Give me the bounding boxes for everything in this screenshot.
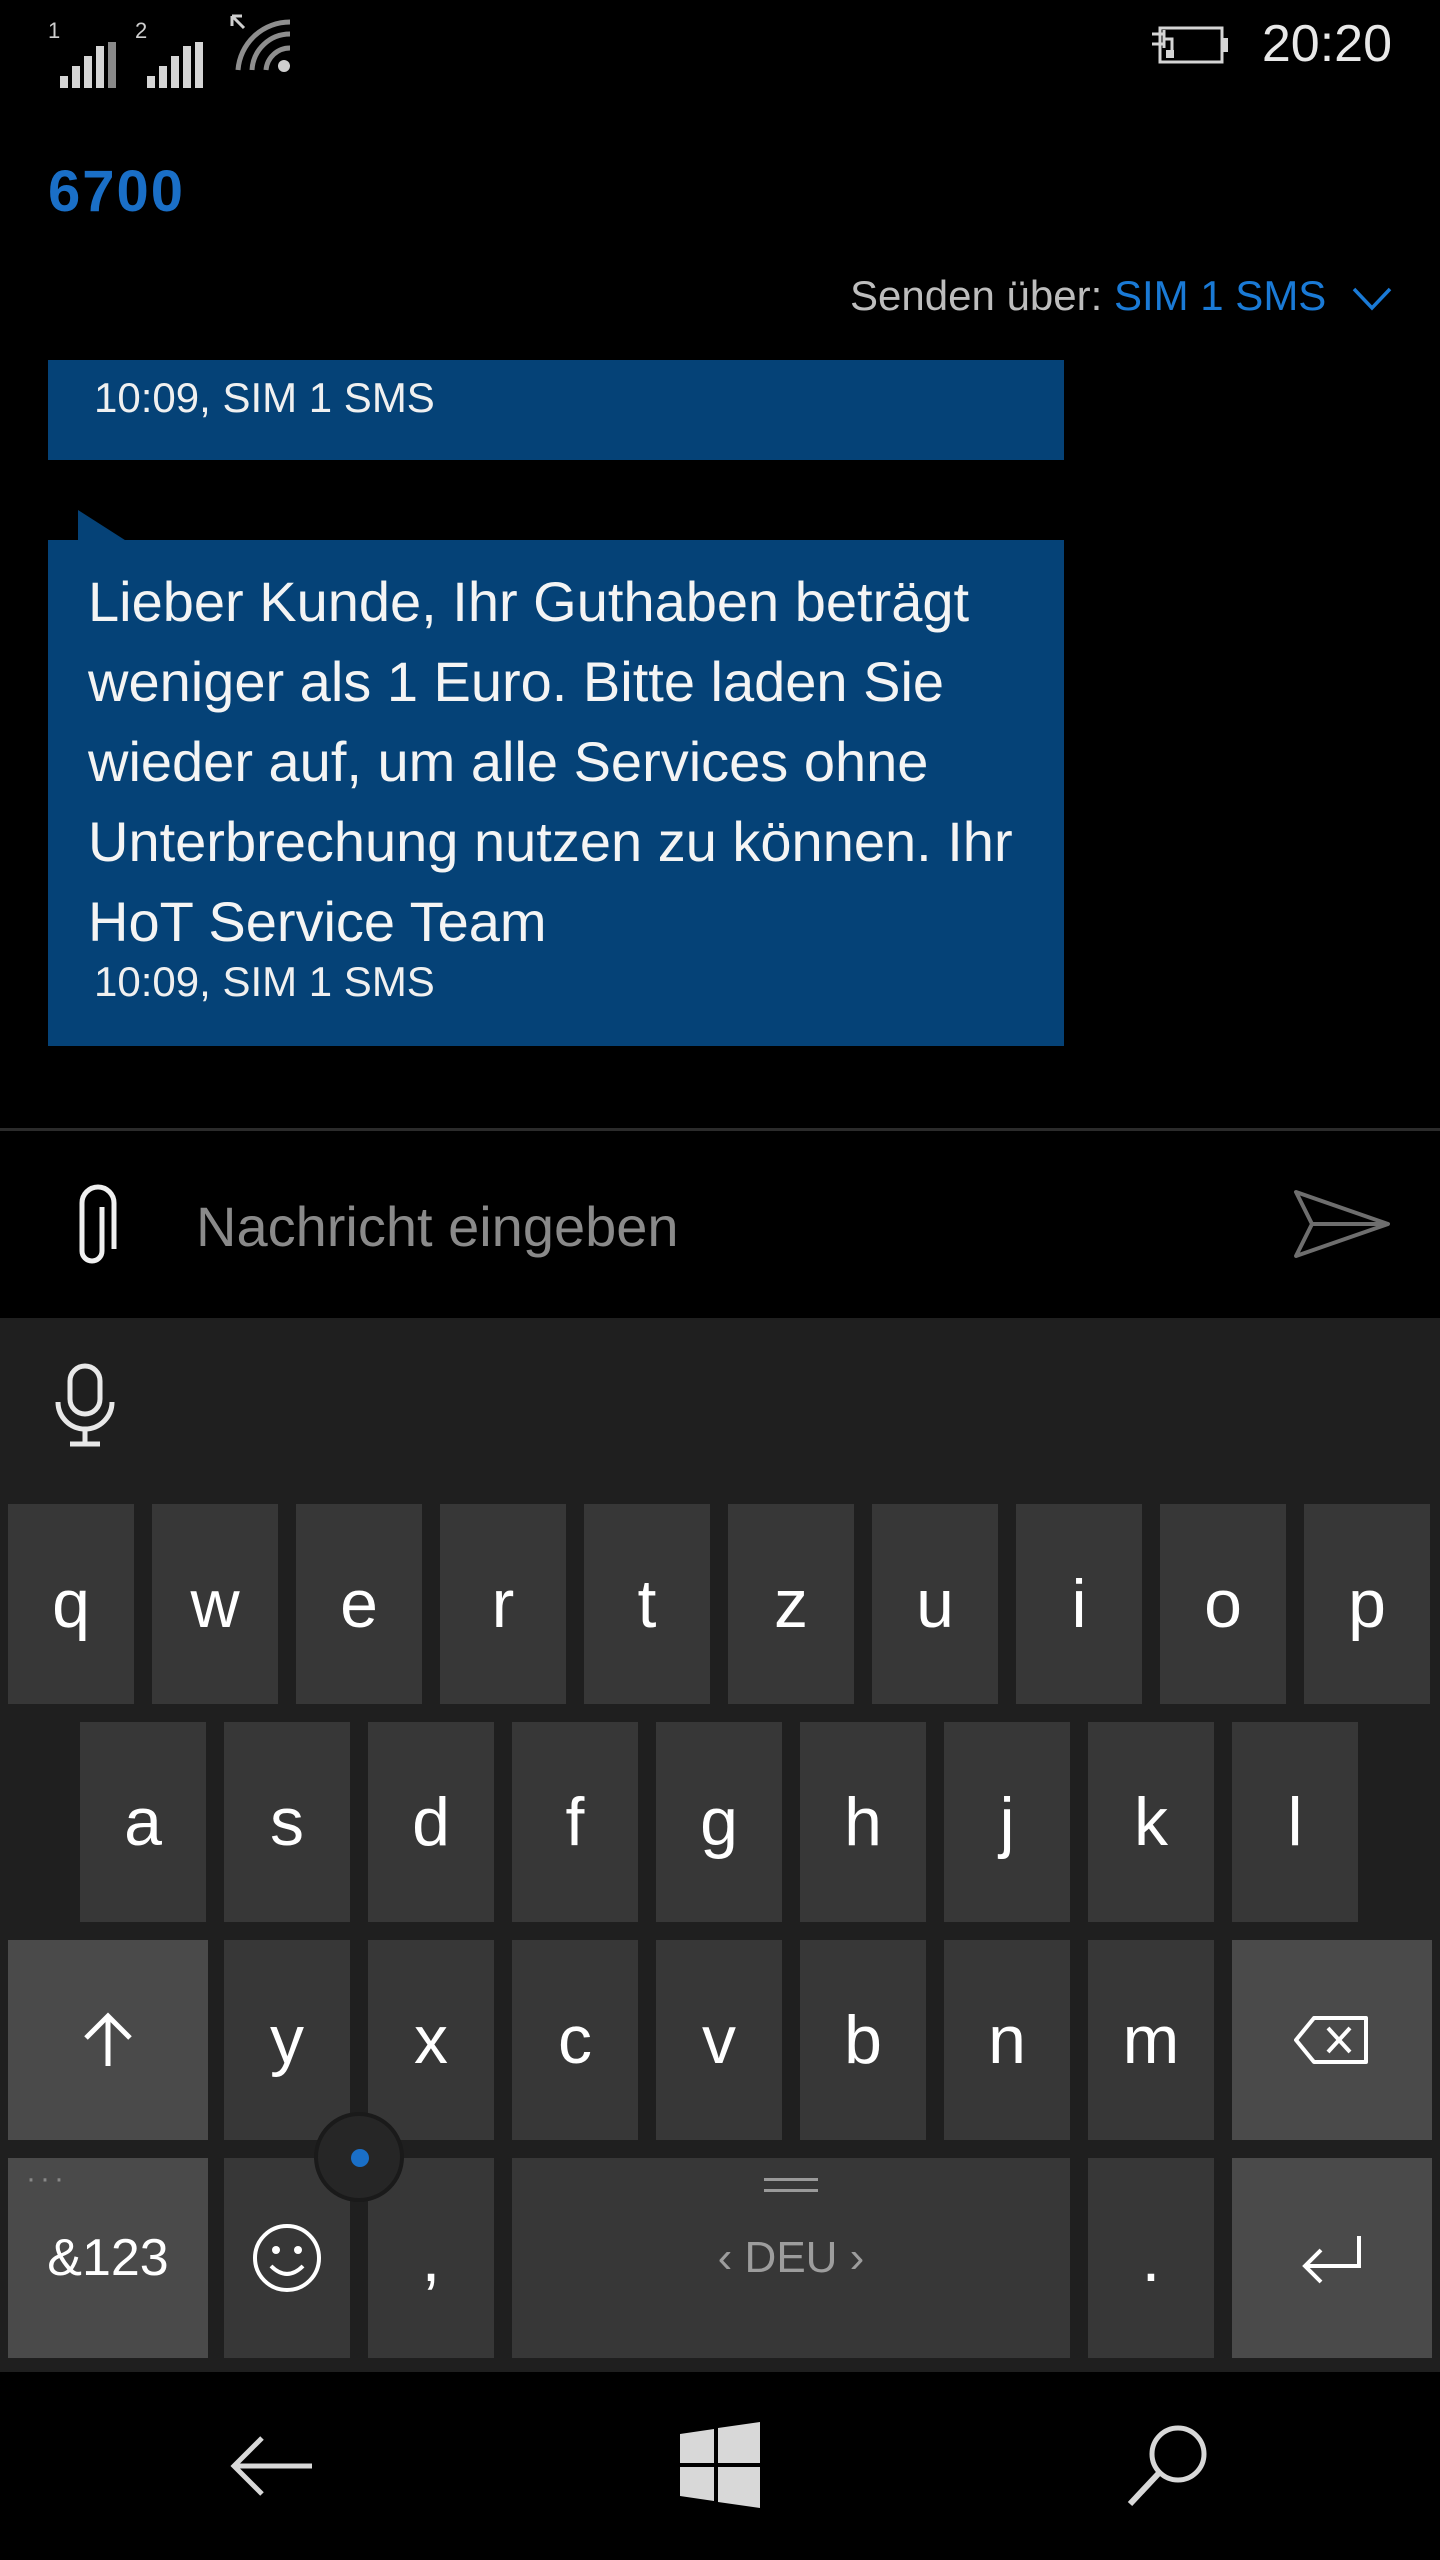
key-d[interactable]: d [368, 1722, 494, 1922]
comma-label: , [421, 2220, 441, 2296]
key-c[interactable]: c [512, 1940, 638, 2140]
enter-key[interactable] [1232, 2158, 1432, 2358]
shift-key[interactable] [8, 1940, 208, 2140]
key-j[interactable]: j [944, 1722, 1070, 1922]
key-h[interactable]: h [800, 1722, 926, 1922]
emoji-icon [253, 2224, 321, 2292]
symbols-label: &123 [47, 2229, 169, 2287]
key-e[interactable]: e [296, 1504, 422, 1704]
backspace-icon [1294, 2016, 1368, 2064]
spacebar-key[interactable]: ‹ DEU › [512, 2158, 1070, 2358]
key-v[interactable]: v [656, 1940, 782, 2140]
key-label: q [52, 1566, 90, 1642]
key-label: a [124, 1784, 162, 1860]
key-n[interactable]: n [944, 1940, 1070, 2140]
search-icon[interactable] [1122, 2420, 1214, 2512]
key-label: t [637, 1566, 657, 1642]
keyboard-handle [764, 2178, 818, 2192]
key-label: o [1204, 1566, 1242, 1642]
battery-charging-icon [1152, 26, 1228, 64]
key-o[interactable]: o [1160, 1504, 1286, 1704]
key-label: g [700, 1784, 738, 1860]
clock: 20:20 [1261, 15, 1392, 73]
key-g[interactable]: g [656, 1722, 782, 1922]
key-t[interactable]: t [584, 1504, 710, 1704]
key-label: k [1134, 1784, 1168, 1860]
key-b[interactable]: b [800, 1940, 926, 2140]
key-label: u [916, 1566, 954, 1642]
key-label: l [1287, 1784, 1303, 1860]
key-label: m [1122, 2002, 1180, 2078]
paperclip-icon[interactable] [68, 1183, 128, 1267]
bubble-tail [78, 510, 128, 542]
message-meta: 10:09, SIM 1 SMS [94, 958, 435, 1005]
symbols-key[interactable]: ··· &123 [8, 2158, 208, 2358]
message-input[interactable] [194, 1190, 1238, 1262]
key-label: y [270, 2002, 304, 2078]
backspace-key[interactable] [1232, 1940, 1432, 2140]
sim1-label: 1 [48, 18, 61, 43]
key-p[interactable]: p [1304, 1504, 1430, 1704]
key-label: i [1071, 1566, 1087, 1642]
more-dots: ··· [26, 2162, 68, 2195]
key-label: b [844, 2002, 882, 2078]
key-z[interactable]: z [728, 1504, 854, 1704]
chevron-down-icon[interactable] [1352, 286, 1392, 312]
message-text: Lieber Kunde, Ihr Guthaben beträgt wenig… [88, 570, 1013, 953]
key-label: r [491, 1566, 515, 1642]
language-label: ‹ DEU › [717, 2233, 865, 2282]
key-label: j [999, 1784, 1015, 1860]
key-label: n [988, 2002, 1026, 2078]
wifi-icon [230, 14, 291, 72]
key-label: x [414, 2002, 448, 2078]
key-label: c [558, 2002, 592, 2078]
key-k[interactable]: k [1088, 1722, 1214, 1922]
period-label: . [1141, 2220, 1161, 2296]
divider [0, 1128, 1440, 1131]
key-w[interactable]: w [152, 1504, 278, 1704]
key-f[interactable]: f [512, 1722, 638, 1922]
sim2-label: 2 [135, 18, 148, 43]
back-arrow-icon[interactable] [226, 2420, 318, 2512]
message-bubble[interactable]: Lieber Kunde, Ihr Guthaben beträgt wenig… [48, 540, 1064, 1046]
cursor-control[interactable] [314, 2112, 404, 2202]
windows-icon[interactable] [674, 2420, 766, 2512]
key-l[interactable]: l [1232, 1722, 1358, 1922]
enter-icon [1302, 2236, 1361, 2284]
conversation-title: 6700 [48, 159, 186, 224]
key-y[interactable]: y [224, 1940, 350, 2140]
key-u[interactable]: u [872, 1504, 998, 1704]
key-label: f [565, 1784, 585, 1860]
microphone-icon[interactable] [52, 1362, 118, 1448]
send-via-selector[interactable]: Senden über: SIM 1 SMS [850, 272, 1392, 320]
key-label: z [774, 1566, 808, 1642]
send-icon[interactable] [1292, 1186, 1392, 1262]
send-via-value[interactable]: SIM 1 SMS [1114, 272, 1326, 319]
key-s[interactable]: s [224, 1722, 350, 1922]
key-label: e [340, 1566, 378, 1642]
key-m[interactable]: m [1088, 1940, 1214, 2140]
key-label: s [270, 1784, 304, 1860]
key-q[interactable]: q [8, 1504, 134, 1704]
message-bubble[interactable]: 10:09, SIM 1 SMS [48, 360, 1064, 460]
key-label: p [1348, 1566, 1386, 1642]
key-a[interactable]: a [80, 1722, 206, 1922]
key-label: v [702, 2002, 736, 2078]
send-via-label: Senden über: [850, 272, 1103, 319]
shift-icon [84, 2012, 132, 2066]
message-meta: 10:09, SIM 1 SMS [94, 374, 435, 421]
period-key[interactable]: . [1088, 2158, 1214, 2358]
key-label: d [412, 1784, 450, 1860]
key-label: h [844, 1784, 882, 1860]
key-label: w [190, 1566, 240, 1642]
key-x[interactable]: x [368, 1940, 494, 2140]
key-i[interactable]: i [1016, 1504, 1142, 1704]
key-r[interactable]: r [440, 1504, 566, 1704]
